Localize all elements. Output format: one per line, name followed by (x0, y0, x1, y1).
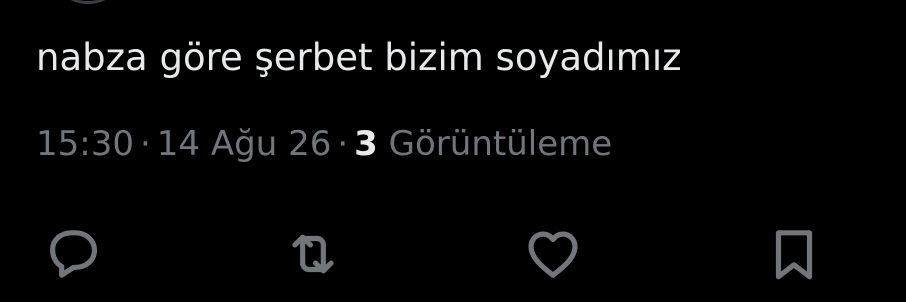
reply-icon (50, 230, 98, 278)
avatar[interactable] (58, 0, 118, 4)
retweet-button[interactable] (281, 222, 345, 286)
bookmark-button[interactable] (762, 222, 826, 286)
views-label[interactable]: Görüntüleme (389, 124, 613, 164)
tweet-date[interactable]: 14 Ağu 26 (157, 124, 332, 164)
bookmark-icon (775, 230, 813, 280)
meta-separator: · (139, 124, 151, 164)
tweet-time[interactable]: 15:30 (36, 124, 134, 164)
views-count[interactable]: 3 (354, 124, 378, 164)
like-button[interactable] (521, 222, 585, 286)
retweet-icon (292, 234, 334, 274)
meta-separator: · (337, 124, 349, 164)
reply-button[interactable] (40, 222, 104, 286)
tweet-text: nabza göre şerbet bizim soyadımız (36, 36, 682, 79)
heart-icon (528, 231, 578, 278)
action-bar (0, 222, 906, 286)
tweet-metadata: 15:30 · 14 Ağu 26 · 3 Görüntüleme (36, 120, 612, 168)
